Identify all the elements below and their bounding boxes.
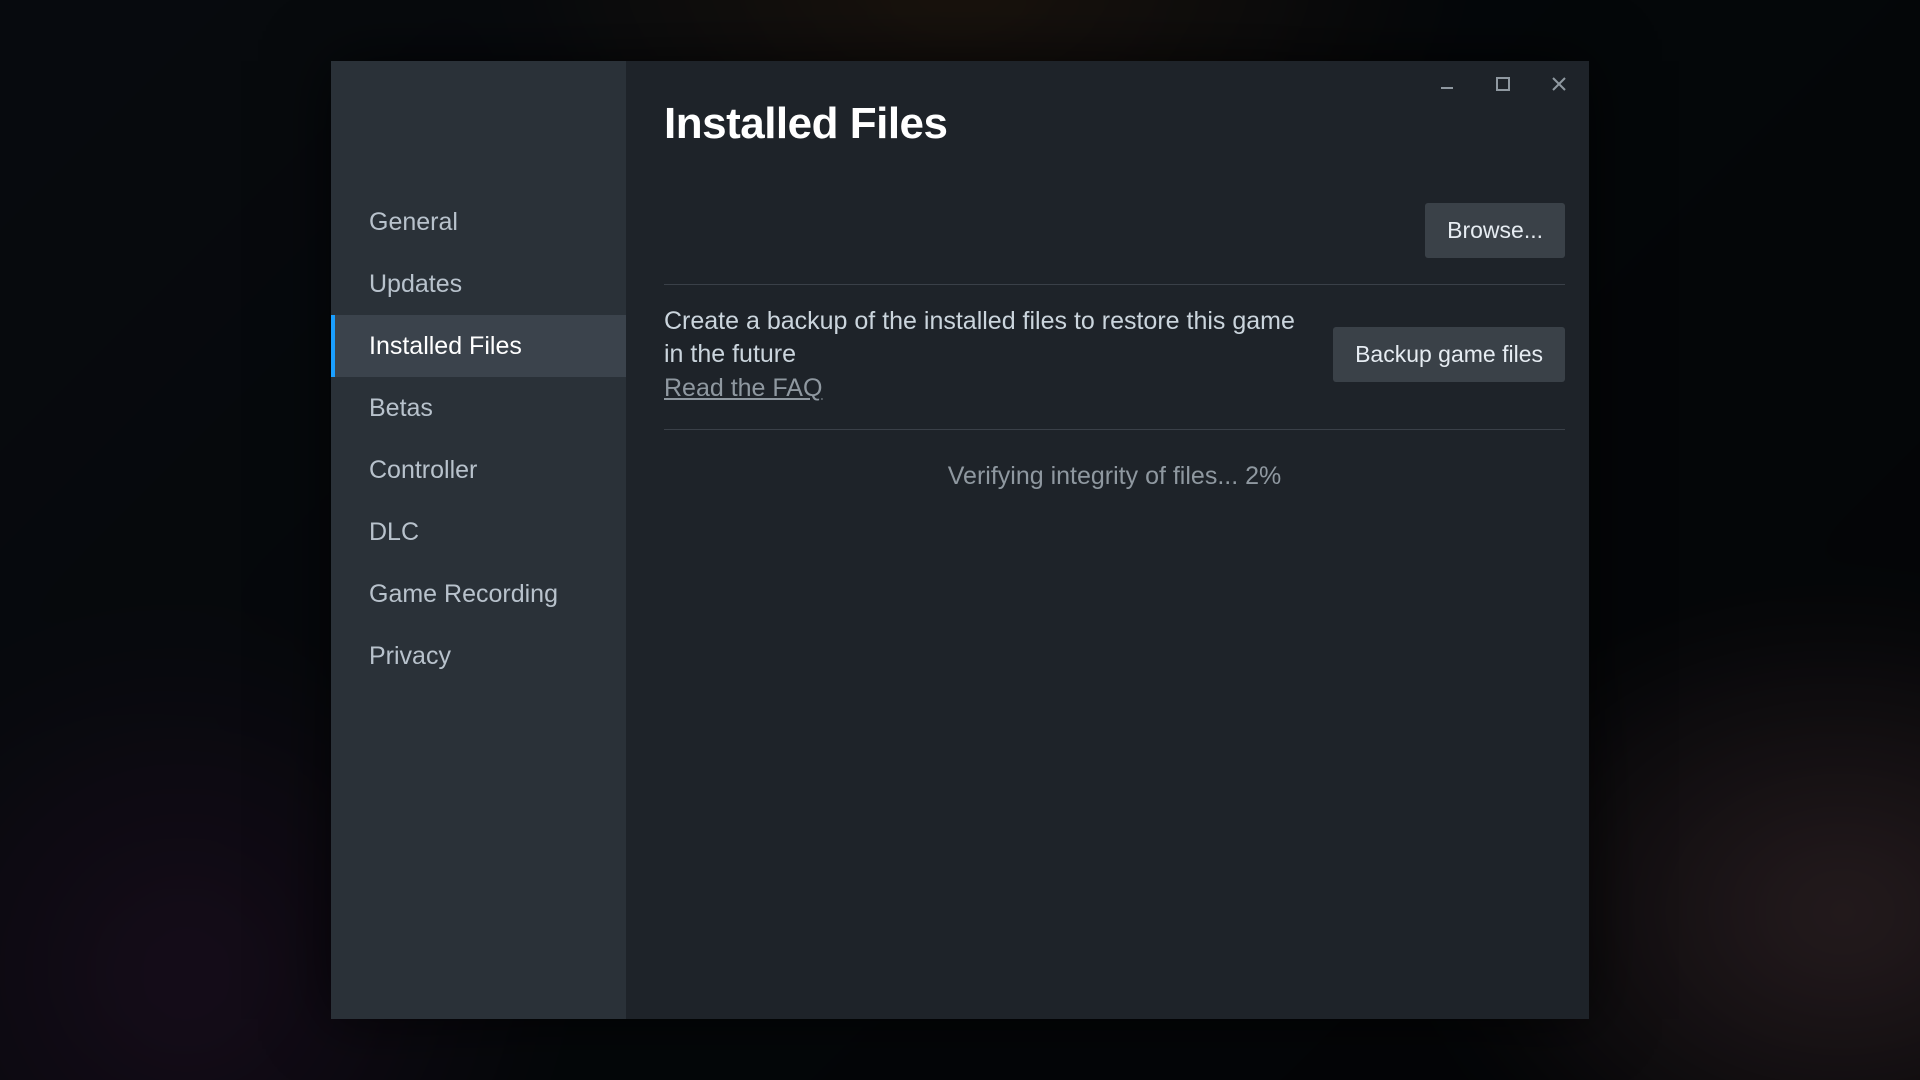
sidebar-item-label: Betas	[369, 394, 433, 422]
close-icon	[1551, 76, 1567, 92]
browse-button[interactable]: Browse...	[1425, 203, 1565, 258]
sidebar-item-general[interactable]: General	[331, 191, 626, 253]
close-button[interactable]	[1537, 64, 1581, 104]
sidebar-item-updates[interactable]: Updates	[331, 253, 626, 315]
sidebar-item-label: Controller	[369, 456, 477, 484]
maximize-button[interactable]	[1481, 64, 1525, 104]
sidebar-item-label: Updates	[369, 270, 462, 298]
maximize-icon	[1495, 76, 1511, 92]
sidebar-item-controller[interactable]: Controller	[331, 439, 626, 501]
backup-button[interactable]: Backup game files	[1333, 327, 1565, 382]
sidebar: General Updates Installed Files Betas Co…	[331, 61, 626, 1019]
verify-status-text: Verifying integrity of files... 2%	[948, 462, 1281, 490]
browse-section: Browse...	[664, 203, 1565, 285]
sidebar-item-label: DLC	[369, 518, 419, 546]
sidebar-item-label: Installed Files	[369, 332, 522, 360]
backup-section: Create a backup of the installed files t…	[664, 285, 1565, 430]
properties-window: General Updates Installed Files Betas Co…	[331, 61, 1589, 1019]
backup-description: Create a backup of the installed files t…	[664, 305, 1304, 370]
backup-description-block: Create a backup of the installed files t…	[664, 305, 1304, 403]
sidebar-item-game-recording[interactable]: Game Recording	[331, 563, 626, 625]
sidebar-item-betas[interactable]: Betas	[331, 377, 626, 439]
verify-status-row: Verifying integrity of files... 2%	[664, 430, 1565, 491]
sidebar-item-installed-files[interactable]: Installed Files	[331, 315, 626, 377]
window-controls	[1417, 61, 1589, 107]
main-content: Installed Files Browse... Create a backu…	[626, 61, 1589, 1019]
minimize-icon	[1439, 76, 1455, 92]
sidebar-item-label: Game Recording	[369, 580, 558, 608]
sidebar-item-label: Privacy	[369, 642, 451, 670]
browse-row: Browse...	[664, 203, 1565, 284]
read-faq-link[interactable]: Read the FAQ	[664, 374, 822, 403]
sidebar-item-privacy[interactable]: Privacy	[331, 625, 626, 687]
sidebar-item-label: General	[369, 208, 458, 236]
minimize-button[interactable]	[1425, 64, 1469, 104]
backup-row: Create a backup of the installed files t…	[664, 285, 1565, 429]
sidebar-item-dlc[interactable]: DLC	[331, 501, 626, 563]
